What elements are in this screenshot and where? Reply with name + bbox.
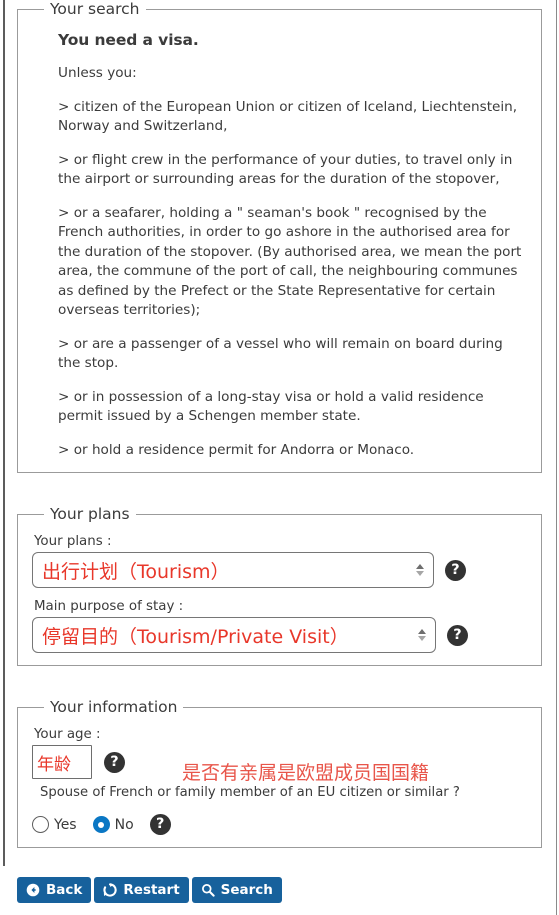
- your-search-legend: Your search: [50, 0, 140, 18]
- annotation-wrapper: 是否有亲属是欧盟成员国国籍: [182, 758, 429, 785]
- action-bar: Back Restart Search: [17, 877, 282, 903]
- chevron-updown-icon[interactable]: [416, 564, 424, 576]
- page-left-rule: [3, 0, 5, 866]
- radio-no-label: No: [114, 816, 134, 833]
- eu-family-annotation: 是否有亲属是欧盟成员国国籍: [182, 762, 430, 784]
- purpose-field-group: Main purpose of stay : 停留目的（Tourism/Priv…: [32, 599, 527, 653]
- plans-label: Your plans :: [34, 534, 112, 549]
- help-icon[interactable]: ?: [447, 624, 468, 646]
- plans-field-row: 出行计划（Tourism） ?: [32, 552, 527, 588]
- search-result-title: You need a visa.: [58, 31, 199, 49]
- age-label: Your age :: [34, 727, 101, 742]
- help-icon[interactable]: ?: [149, 814, 171, 835]
- exception-item: > or flight crew in the performance of y…: [58, 151, 513, 188]
- your-plans-section: Your plans Your plans : 出行计划（Tourism） ? …: [17, 505, 542, 666]
- plans-field-group: Your plans : 出行计划（Tourism） ?: [32, 534, 527, 588]
- your-information-section: Your information Your age : ? 是否有亲属是欧盟成员…: [17, 698, 542, 848]
- form-content: Your search You need a visa. Unless you:…: [17, 0, 542, 848]
- your-search-section: Your search You need a visa. Unless you:…: [17, 0, 542, 473]
- eu-family-radio-group: Yes No ?: [32, 814, 527, 835]
- age-field-group: Your age : ? 是否有亲属是欧盟成员国国籍: [32, 727, 527, 784]
- restart-button[interactable]: Restart: [94, 877, 189, 903]
- chevron-updown-icon[interactable]: [418, 629, 426, 641]
- your-information-legend: Your information: [50, 698, 178, 716]
- help-icon[interactable]: ?: [445, 559, 466, 581]
- search-button[interactable]: Search: [191, 877, 282, 903]
- age-field-row: ? 是否有亲属是欧盟成员国国籍: [32, 745, 527, 784]
- page-right-rule: [556, 0, 557, 915]
- exception-item: > or a seafarer, holding a " seaman's bo…: [58, 204, 522, 319]
- help-icon[interactable]: ?: [104, 751, 125, 773]
- purpose-select-value: 停留目的（Tourism/Private Visit）: [42, 625, 349, 648]
- purpose-select[interactable]: 停留目的（Tourism/Private Visit）: [32, 617, 436, 653]
- exception-item: > or in possession of a long-stay visa o…: [58, 388, 484, 425]
- restart-button-label: Restart: [123, 882, 180, 898]
- radio-option-no[interactable]: No: [92, 816, 134, 833]
- back-arrow-icon: [26, 883, 40, 897]
- purpose-label: Main purpose of stay :: [34, 599, 184, 614]
- plans-select[interactable]: 出行计划（Tourism）: [32, 552, 434, 588]
- age-input[interactable]: [32, 745, 92, 779]
- search-button-label: Search: [220, 882, 273, 898]
- eu-family-question: Spouse of French or family member of an …: [40, 785, 460, 800]
- radio-no-indicator[interactable]: [92, 816, 110, 833]
- search-intro-text: Unless you:: [58, 65, 137, 81]
- exception-item: > or are a passenger of a vessel who wil…: [58, 335, 503, 372]
- plans-select-value: 出行计划（Tourism）: [42, 560, 230, 583]
- purpose-field-row: 停留目的（Tourism/Private Visit） ?: [32, 617, 527, 653]
- your-plans-legend: Your plans: [50, 505, 130, 523]
- radio-yes-indicator[interactable]: [32, 816, 49, 833]
- back-button-label: Back: [46, 882, 83, 898]
- search-icon: [201, 884, 215, 897]
- exception-item: > citizen of the European Union or citiz…: [58, 98, 518, 135]
- radio-yes-label: Yes: [54, 816, 77, 833]
- back-button[interactable]: Back: [17, 877, 92, 903]
- exception-item: > or hold a residence permit for Andorra…: [58, 441, 415, 458]
- radio-option-yes[interactable]: Yes: [32, 816, 77, 833]
- refresh-icon: [103, 883, 118, 897]
